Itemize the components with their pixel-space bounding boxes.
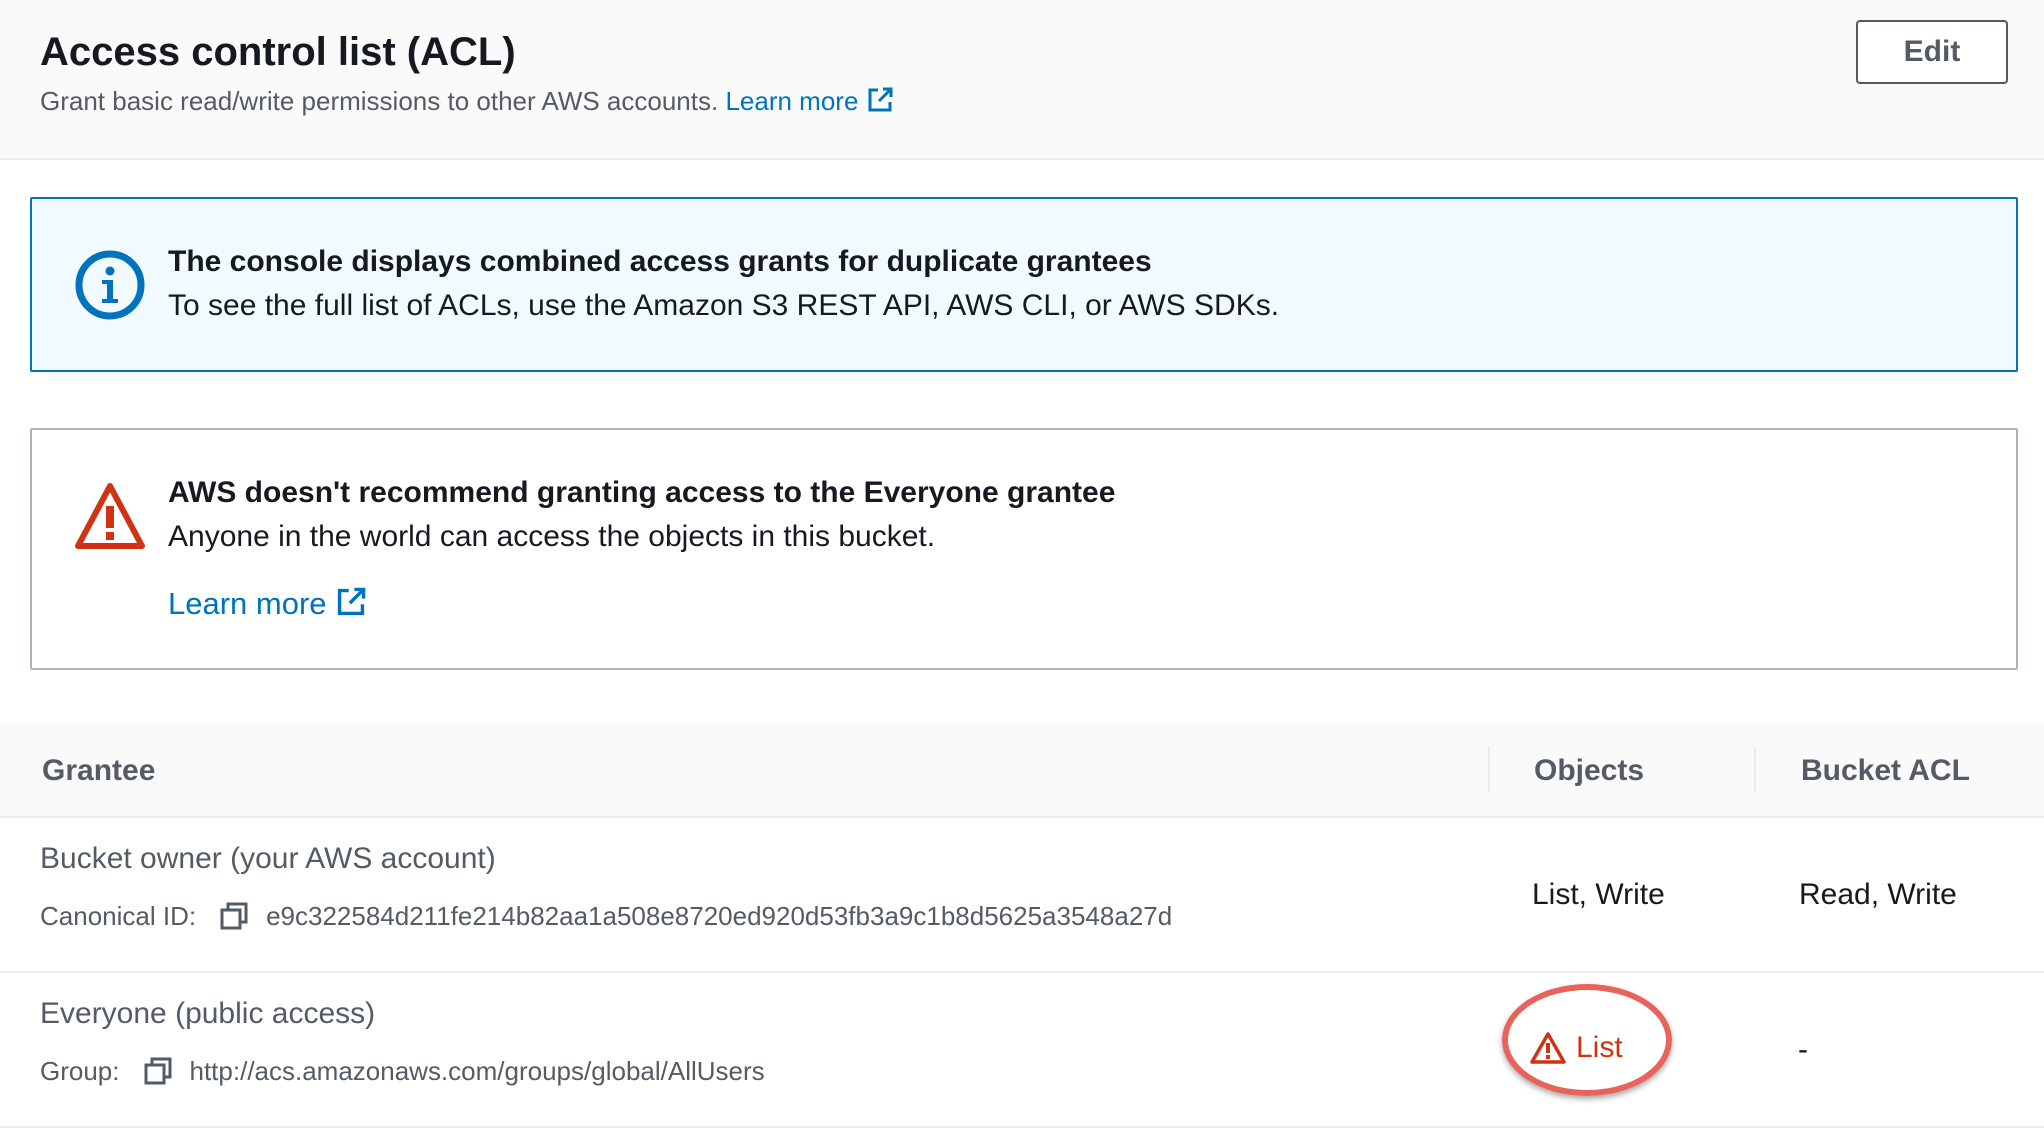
- learn-more-label: Learn more: [725, 86, 859, 116]
- info-alert: The console displays combined access gra…: [30, 197, 2018, 372]
- warning-alert-body: Anyone in the world can access the objec…: [168, 520, 936, 553]
- grantee-id: Canonical ID: e9c322584d211fe214b82aa1a5…: [40, 900, 1172, 932]
- grantee-id-value: e9c322584d211fe214b82aa1a508e8720ed920d5…: [266, 900, 1173, 931]
- info-alert-title: The console displays combined access gra…: [168, 245, 1152, 278]
- bucket-acl-permission: -: [1798, 1033, 1808, 1066]
- page-title: Access control list (ACL): [40, 30, 516, 74]
- table-header: Grantee Objects Bucket ACL: [0, 724, 2044, 818]
- copy-icon[interactable]: [218, 900, 250, 932]
- learn-more-link[interactable]: Learn more: [725, 86, 894, 116]
- bucket-acl-permission: Read, Write: [1799, 878, 1957, 911]
- acl-table: Grantee Objects Bucket ACL Bucket owner …: [0, 724, 2044, 1128]
- grantee-name: Everyone (public access): [40, 997, 376, 1030]
- highlight-circle: [1502, 984, 1672, 1096]
- page-description: Grant basic read/write permissions to ot…: [40, 86, 894, 121]
- warning-alert: AWS doesn't recommend granting access to…: [30, 428, 2018, 670]
- table-row: Bucket owner (your AWS account) Canonica…: [0, 818, 2044, 973]
- column-header-objects: Objects: [1534, 754, 1645, 787]
- objects-permission: List, Write: [1532, 878, 1665, 911]
- edit-button[interactable]: Edit: [1856, 20, 2008, 84]
- column-divider: [1754, 746, 1756, 792]
- column-header-bucket-acl: Bucket ACL: [1801, 754, 1970, 787]
- grantee-id-label: Group:: [40, 1055, 120, 1086]
- table-row: Everyone (public access) Group: http://a…: [0, 973, 2044, 1128]
- warning-learn-more-link[interactable]: Learn more: [168, 586, 367, 626]
- external-link-icon: [866, 86, 894, 121]
- warning-alert-title: AWS doesn't recommend granting access to…: [168, 476, 1116, 509]
- copy-icon[interactable]: [142, 1055, 174, 1087]
- grantee-id: Group: http://acs.amazonaws.com/groups/g…: [40, 1055, 765, 1087]
- section-header: Access control list (ACL) Grant basic re…: [0, 0, 2044, 160]
- info-icon: [74, 249, 146, 326]
- grantee-id-value: http://acs.amazonaws.com/groups/global/A…: [189, 1055, 765, 1086]
- external-link-icon: [335, 586, 367, 626]
- info-alert-body: To see the full list of ACLs, use the Am…: [168, 289, 1280, 322]
- grantee-name: Bucket owner (your AWS account): [40, 842, 496, 875]
- warning-learn-more-label: Learn more: [168, 586, 327, 621]
- description-text: Grant basic read/write permissions to ot…: [40, 86, 719, 116]
- warning-icon: [74, 480, 146, 557]
- column-divider: [1488, 746, 1490, 792]
- column-header-grantee: Grantee: [42, 754, 156, 787]
- grantee-id-label: Canonical ID:: [40, 900, 197, 931]
